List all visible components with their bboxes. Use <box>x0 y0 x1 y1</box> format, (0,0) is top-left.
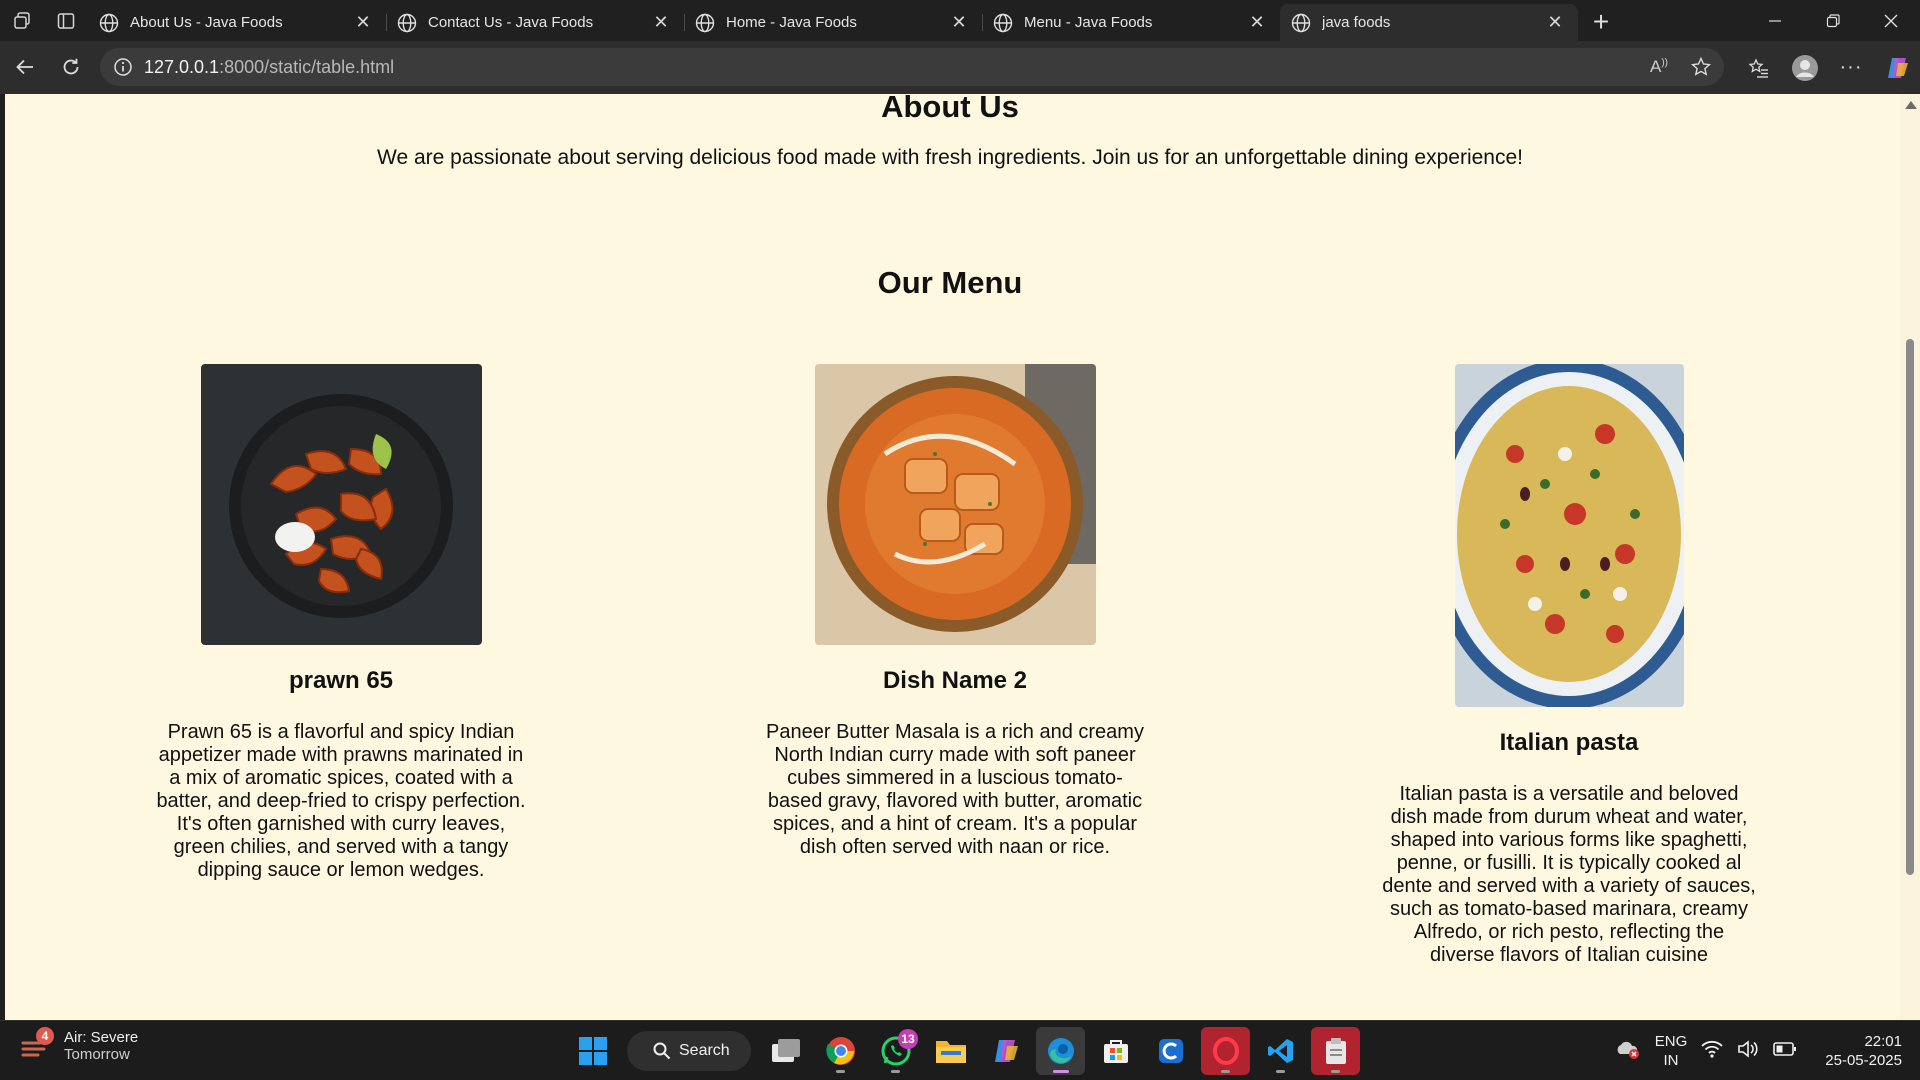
close-tab-icon[interactable]: ✕ <box>650 12 672 33</box>
tab-menu[interactable]: Menu - Java Foods ✕ <box>982 4 1280 41</box>
page-scrollbar[interactable] <box>1900 94 1920 1020</box>
dish-name: Italian pasta <box>1499 729 1639 756</box>
tab-home[interactable]: Home - Java Foods ✕ <box>684 4 982 41</box>
windows-taskbar: 4 Air: Severe Tomorrow Search 13 ENG IN … <box>0 1020 1920 1080</box>
tab-contact-us[interactable]: Contact Us - Java Foods ✕ <box>386 4 684 41</box>
weather-widget[interactable]: 4 Air: Severe Tomorrow <box>20 1027 139 1063</box>
globe-icon <box>993 13 1013 32</box>
page-viewport: About Us We are passionate about serving… <box>5 94 1900 1020</box>
clock-time: 22:01 <box>1864 1033 1902 1050</box>
site-info-icon[interactable] <box>112 56 134 78</box>
scroll-up-arrow-icon[interactable] <box>1905 101 1917 109</box>
dish-name: prawn 65 <box>288 667 394 694</box>
region-code: IN <box>1663 1052 1679 1069</box>
menu-item-dish-name-2: Dish Name 2 Paneer Butter Masala is a ri… <box>765 364 1145 859</box>
battery-icon[interactable] <box>1773 1041 1797 1061</box>
dish-description: Prawn 65 is a flavorful and spicy Indian… <box>156 721 526 881</box>
close-tab-icon[interactable]: ✕ <box>948 12 970 33</box>
vscode-icon[interactable] <box>1256 1027 1305 1075</box>
file-explorer-icon[interactable] <box>926 1027 975 1075</box>
tab-title: About Us - Java Foods <box>130 14 283 31</box>
read-aloud-icon[interactable]: A)) <box>1650 57 1668 77</box>
tab-about-us[interactable]: About Us - Java Foods ✕ <box>88 4 386 41</box>
tab-title: Menu - Java Foods <box>1024 14 1153 31</box>
globe-icon <box>99 13 119 32</box>
close-window-icon[interactable] <box>1862 0 1920 41</box>
chrome-icon[interactable] <box>816 1027 865 1075</box>
more-options-icon[interactable]: ··· <box>1828 48 1874 88</box>
microsoft-store-icon[interactable] <box>1091 1027 1140 1075</box>
opera-icon[interactable] <box>1201 1027 1250 1075</box>
language-indicator[interactable]: ENG IN <box>1655 1032 1688 1070</box>
start-button[interactable] <box>568 1027 617 1075</box>
back-arrow-icon[interactable] <box>2 47 48 87</box>
restore-icon[interactable] <box>1804 0 1862 41</box>
wifi-icon[interactable] <box>1701 1040 1723 1062</box>
dish-description: Italian pasta is a versatile and beloved… <box>1382 783 1756 966</box>
menu-item-prawn-65: prawn 65 Prawn 65 is a flavorful and spi… <box>151 364 531 882</box>
search-icon <box>653 1042 671 1060</box>
close-tab-icon[interactable]: ✕ <box>1246 12 1268 33</box>
volume-icon[interactable] <box>1737 1040 1759 1062</box>
clock-date: 25-05-2025 <box>1825 1052 1902 1069</box>
workspaces-icon[interactable] <box>0 0 44 41</box>
vertical-tabs-icon[interactable] <box>44 0 88 41</box>
copilot-icon[interactable] <box>1874 48 1920 88</box>
onedrive-error-icon[interactable] <box>1615 1039 1641 1063</box>
close-tab-icon[interactable]: ✕ <box>352 12 374 33</box>
weather-title: Air: Severe <box>64 1029 139 1046</box>
browser-tab-strip: About Us - Java Foods ✕ Contact Us - Jav… <box>0 0 1920 41</box>
address-bar[interactable]: 127.0.0.1:8000/static/table.html A)) <box>100 48 1724 86</box>
tab-title: Contact Us - Java Foods <box>428 14 594 31</box>
copilot-app-icon[interactable] <box>981 1027 1030 1075</box>
tab-title: Home - Java Foods <box>726 14 857 31</box>
system-clock[interactable]: 22:01 25-05-2025 <box>1825 1032 1902 1070</box>
globe-icon <box>695 13 715 32</box>
whatsapp-icon[interactable]: 13 <box>871 1027 920 1075</box>
edge-icon[interactable] <box>1036 1027 1085 1075</box>
weather-subtitle: Tomorrow <box>64 1046 130 1063</box>
paneer-butter-masala-image <box>814 364 1096 645</box>
c-app-icon[interactable] <box>1146 1027 1195 1075</box>
task-view-icon[interactable] <box>761 1027 810 1075</box>
url-host: 127.0.0.1 <box>144 56 220 77</box>
language-code: ENG <box>1654 1033 1688 1050</box>
profile-avatar[interactable] <box>1782 48 1828 88</box>
search-label: Search <box>679 1042 730 1059</box>
clipboard-app-icon[interactable] <box>1311 1027 1360 1075</box>
url-path: :8000/static/table.html <box>219 56 395 77</box>
tab-title: java foods <box>1322 14 1391 31</box>
favorites-icon[interactable] <box>1736 48 1782 88</box>
prawn-65-image <box>200 364 482 645</box>
our-menu-heading: Our Menu <box>877 265 1023 300</box>
about-us-heading: About Us <box>881 94 1019 124</box>
whatsapp-badge: 13 <box>898 1029 918 1049</box>
new-tab-button[interactable]: + <box>1578 2 1624 41</box>
minimize-icon[interactable] <box>1746 0 1804 41</box>
taskbar-search[interactable]: Search <box>627 1031 751 1071</box>
scrollbar-thumb[interactable] <box>1906 339 1914 875</box>
globe-icon <box>1291 13 1311 32</box>
air-quality-icon: 4 <box>20 1027 54 1063</box>
menu-item-italian-pasta: Italian pasta Italian pasta is a versati… <box>1379 364 1759 967</box>
browser-toolbar: 127.0.0.1:8000/static/table.html A)) ··· <box>0 41 1920 94</box>
favorite-star-icon[interactable] <box>1690 56 1712 78</box>
about-us-text: We are passionate about serving deliciou… <box>377 146 1523 169</box>
close-tab-icon[interactable]: ✕ <box>1544 12 1566 33</box>
globe-icon <box>397 13 417 32</box>
weather-badge: 4 <box>36 1027 54 1045</box>
dish-name: Dish Name 2 <box>882 667 1028 694</box>
italian-pasta-image <box>1454 364 1684 707</box>
dish-description: Paneer Butter Masala is a rich and cream… <box>766 721 1144 858</box>
tab-java-foods-active[interactable]: java foods ✕ <box>1280 4 1578 41</box>
refresh-icon[interactable] <box>48 47 94 87</box>
